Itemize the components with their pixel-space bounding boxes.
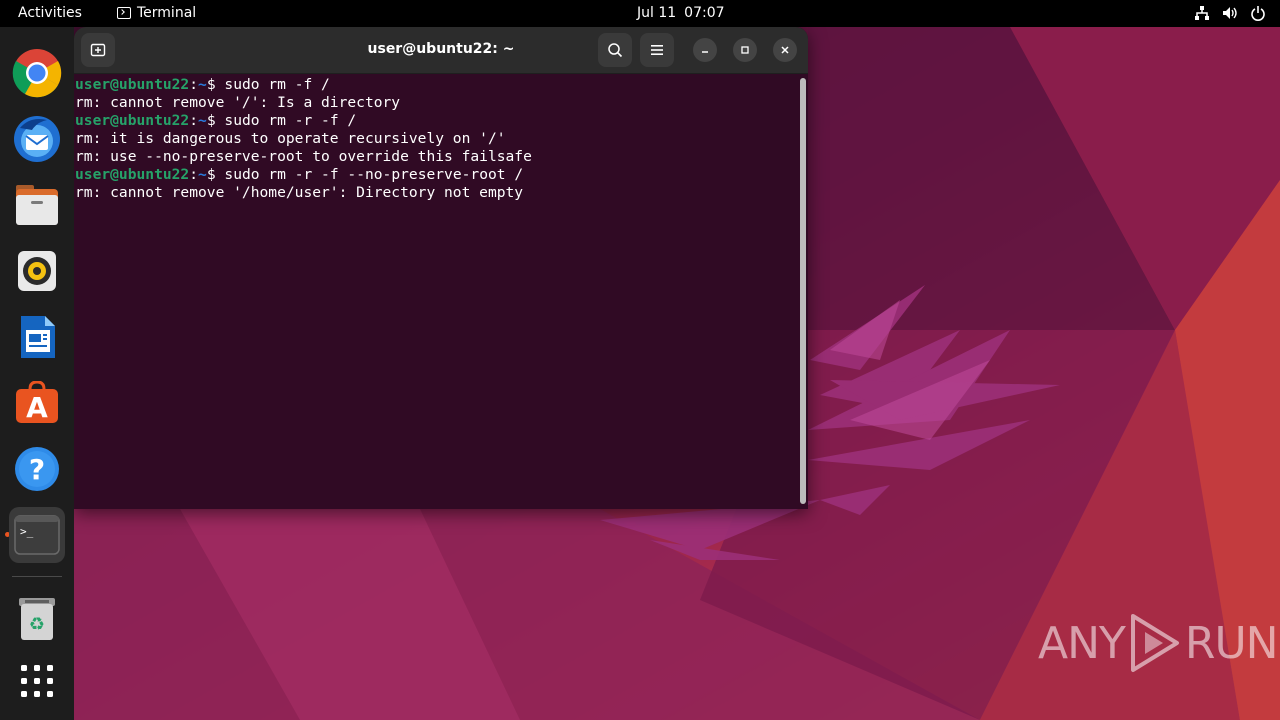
command-text: sudo rm -f / <box>224 76 330 93</box>
command-text: sudo rm -r -f / <box>224 112 357 129</box>
svg-text:>_: >_ <box>20 525 34 538</box>
dock-item-terminal[interactable]: >_ <box>9 507 65 563</box>
prompt-user: user@ubuntu22 <box>75 166 190 183</box>
prompt-path: ~ <box>198 76 207 93</box>
dock-item-chrome[interactable] <box>9 45 65 101</box>
dock: A ? >_ ♻ <box>0 27 74 720</box>
grid-icon <box>21 665 53 697</box>
new-tab-button[interactable] <box>81 33 115 67</box>
terminal-output-line: rm: cannot remove '/home/user': Director… <box>75 184 524 201</box>
search-icon <box>608 43 623 58</box>
trash-icon: ♻ <box>19 598 55 640</box>
watermark-left: ANY <box>1038 617 1126 669</box>
maximize-icon <box>741 46 749 54</box>
dock-item-app-center[interactable]: A <box>9 375 65 431</box>
prompt-sep: : <box>189 166 199 183</box>
scrollbar-thumb[interactable] <box>800 78 806 504</box>
anyrun-watermark: ANY RUN <box>1038 612 1279 674</box>
hamburger-icon <box>651 45 663 55</box>
svg-text:♻: ♻ <box>29 614 45 635</box>
command-text: sudo rm -r -f --no-preserve-root / <box>224 166 524 183</box>
dock-item-help[interactable]: ? <box>9 441 65 497</box>
close-icon <box>781 46 789 54</box>
dock-separator <box>12 576 62 577</box>
app-menu[interactable]: Terminal <box>117 5 196 21</box>
prompt-symbol: $ <box>206 76 225 93</box>
svg-text:A: A <box>26 391 48 424</box>
files-icon <box>16 185 58 225</box>
dock-item-thunderbird[interactable] <box>9 111 65 167</box>
system-tray[interactable] <box>1194 5 1266 21</box>
scrollbar[interactable] <box>800 78 806 504</box>
help-icon: ? <box>15 447 59 491</box>
prompt-symbol: $ <box>206 166 225 183</box>
prompt-sep: : <box>189 112 199 129</box>
terminal-output: user@ubuntu22:~$ sudo rm -f / rm: cannot … <box>75 76 532 202</box>
watermark-right: RUN <box>1184 617 1279 669</box>
prompt-sep: : <box>189 76 199 93</box>
network-icon[interactable] <box>1194 5 1210 21</box>
terminal-command-line: user@ubuntu22:~$ sudo rm -r -f --no-pres… <box>75 166 532 184</box>
terminal-window[interactable]: user@ubuntu22: ~ user@ubuntu22:~$ sudo r… <box>74 27 808 509</box>
dock-item-rhythmbox[interactable] <box>9 243 65 299</box>
terminal-icon <box>117 7 131 19</box>
app-center-icon: A <box>16 381 58 424</box>
search-button[interactable] <box>598 33 632 67</box>
close-button[interactable] <box>773 38 797 62</box>
prompt-path: ~ <box>198 166 207 183</box>
clock[interactable]: Jul 11 07:07 <box>637 5 725 21</box>
play-logo-icon <box>1130 614 1179 672</box>
maximize-button[interactable] <box>733 38 757 62</box>
minimize-icon <box>702 51 708 53</box>
minimize-button[interactable] <box>693 38 717 62</box>
volume-icon[interactable] <box>1222 5 1238 21</box>
rhythmbox-icon <box>18 251 56 291</box>
terminal-output-line: rm: use --no-preserve-root to override t… <box>75 148 532 165</box>
dock-item-show-apps[interactable] <box>9 653 65 709</box>
thunderbird-icon <box>14 116 60 162</box>
terminal-output-line: rm: cannot remove '/': Is a directory <box>75 94 401 111</box>
terminal-content[interactable]: user@ubuntu22:~$ sudo rm -f / rm: cannot … <box>74 74 808 509</box>
dock-item-writer[interactable] <box>9 309 65 365</box>
clock-date: Jul 11 <box>637 5 677 21</box>
prompt-user: user@ubuntu22 <box>75 76 190 93</box>
prompt-path: ~ <box>198 112 207 129</box>
activities-button[interactable]: Activities <box>18 5 82 21</box>
svg-text:?: ? <box>29 453 45 486</box>
clock-time: 07:07 <box>684 5 725 21</box>
writer-icon <box>21 316 55 358</box>
chrome-icon <box>12 49 62 98</box>
dock-item-files[interactable] <box>9 177 65 233</box>
terminal-command-line: user@ubuntu22:~$ sudo rm -r -f / <box>75 112 532 130</box>
terminal-output-line: rm: it is dangerous to operate recursive… <box>75 130 506 147</box>
prompt-symbol: $ <box>206 112 225 129</box>
terminal-command-line: user@ubuntu22:~$ sudo rm -f / <box>75 76 532 94</box>
menu-button[interactable] <box>640 33 674 67</box>
dock-item-trash[interactable]: ♻ <box>9 591 65 647</box>
power-icon[interactable] <box>1250 5 1266 21</box>
app-name: Terminal <box>137 5 197 21</box>
title-bar[interactable]: user@ubuntu22: ~ <box>74 27 808 74</box>
top-bar: Activities Terminal Jul 11 07:07 <box>0 0 1280 27</box>
new-tab-icon <box>90 43 106 57</box>
prompt-user: user@ubuntu22 <box>75 112 190 129</box>
terminal-icon: >_ <box>14 515 60 555</box>
